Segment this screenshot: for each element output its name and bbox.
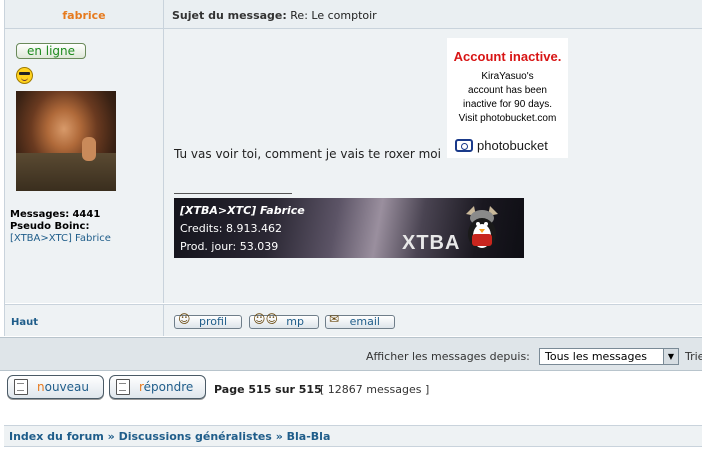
post-subject-header: Sujet du message: Re: Le comptoir [164,0,702,29]
sort-label: Trie [685,350,702,363]
post-body: Tu vas voir toi, comment je vais te roxe… [164,29,702,303]
photobucket-logo-text: photobucket [477,138,548,153]
signature-production: Prod. jour: 53.039 [180,240,279,253]
signature-name: [XTBA>XTC] Fabrice [180,204,305,217]
back-to-top-link[interactable]: Haut [11,317,38,328]
subject-label: Sujet du message: [172,9,287,22]
photobucket-logo: photobucket [455,137,560,155]
signature-banner: [XTBA>XTC] Fabrice Credits: 8.913.462 Pr… [174,198,524,258]
email-button[interactable]: ✉ email [325,312,395,329]
message-filter-bar: Afficher les messages depuis: Tous les m… [0,337,702,371]
post-author-header: fabrice [5,0,164,29]
breadcrumb-separator: » [107,430,115,443]
photobucket-title: Account inactive. [453,49,562,64]
photobucket-text: KiraYasuo's account has been inactive fo… [447,70,568,126]
filter-label: Afficher les messages depuis: [366,350,530,363]
messages-since-select[interactable]: Tous les messages ▼ [539,348,679,365]
document-icon [14,379,28,395]
post-footer-left: Haut [5,304,164,336]
message-count: [ 12867 messages ] [320,383,430,396]
author-stats: Messages: 4441 Pseudo Boinc: [XTBA>XTC] … [10,209,111,245]
subject-value: Re: Le comptoir [290,9,377,22]
reply-label: répondre [139,380,193,394]
photobucket-line: KiraYasuo's [481,71,534,82]
pm-button-label: mp [286,315,304,328]
page-info: Page 515 sur 515 [214,383,322,396]
reply-button[interactable]: répondre [109,375,206,399]
new-topic-button[interactable]: nouveau [7,375,104,399]
avatar-hand [82,137,96,161]
signature-divider [174,193,292,194]
photobucket-line: account has been [468,85,547,96]
messages-since-value: Tous les messages [545,350,647,363]
post-table: fabrice Sujet du message: Re: Le comptoi… [4,0,702,336]
breadcrumb-forum-index[interactable]: Index du forum [9,430,104,443]
breadcrumb-separator: » [275,430,283,443]
chevron-down-icon[interactable]: ▼ [663,349,678,364]
private-message-button[interactable]: ☺☺ mp [249,312,319,329]
online-status-badge: en ligne [16,43,86,59]
penguin-mascot-icon [466,206,498,250]
breadcrumb-category[interactable]: Discussions généralistes [119,430,272,443]
author-name[interactable]: fabrice [5,9,163,22]
pseudo-label: Pseudo Boinc: [10,221,90,232]
user-icon: ☺ [178,312,191,326]
cool-smiley-icon [16,67,33,84]
profile-button[interactable]: ☺ profil [174,312,242,329]
new-topic-accent: n [37,380,45,394]
avatar [16,91,116,191]
breadcrumb: Index du forum » Discussions généraliste… [4,425,702,447]
photobucket-line: inactive for 90 days. [463,99,552,110]
post-message-text: Tu vas voir toi, comment je vais te roxe… [174,147,441,161]
post-footer-actions: ☺ profil ☺☺ mp ✉ email [164,304,702,336]
photobucket-line: Visit photobucket.com [458,113,557,124]
breadcrumb-forum[interactable]: Bla-Bla [287,430,331,443]
new-topic-rest: ouveau [44,380,89,394]
reply-rest: épondre [143,380,194,394]
users-icon: ☺☺ [253,312,279,326]
messages-count: 4441 [72,209,101,220]
breadcrumb-trail: Index du forum » Discussions généraliste… [9,430,330,443]
author-profile-panel: en ligne Messages: 4441 Pseudo Boinc: [X… [5,29,164,303]
messages-label: Messages: [10,209,70,220]
profile-button-label: profil [199,315,227,328]
new-topic-label: nouveau [37,380,89,394]
camera-icon [455,139,473,152]
document-icon [116,379,130,395]
signature-brand: XTBA [402,232,461,254]
photobucket-placeholder-image: Account inactive. KiraYasuo's account ha… [447,38,568,158]
email-button-label: email [349,315,380,328]
pseudo-value: [XTBA>XTC] Fabrice [10,233,111,244]
post-subject: Sujet du message: Re: Le comptoir [172,9,377,22]
avatar-robe [16,153,116,191]
envelope-icon: ✉ [329,312,340,326]
signature-credits: Credits: 8.913.462 [180,222,282,235]
